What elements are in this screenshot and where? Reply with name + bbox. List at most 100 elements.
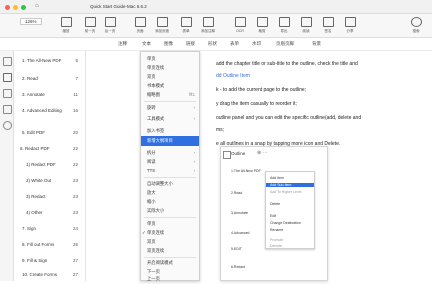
ocr-icon xyxy=(234,17,246,27)
chevron-right-icon: › xyxy=(193,159,195,164)
share-button[interactable]: 分享 xyxy=(340,17,360,35)
ctx-change-destination[interactable]: Change Destination xyxy=(270,221,301,225)
menu-separator xyxy=(144,101,196,102)
menu-item[interactable]: TTS › xyxy=(141,166,199,176)
outline-item[interactable]: 5. Edit PDF 20 xyxy=(14,127,86,139)
ctx-demote[interactable]: Demote xyxy=(270,244,282,248)
menu-item[interactable]: 双页连续 xyxy=(141,246,199,256)
page-icon xyxy=(134,17,146,27)
title-bar: ⌂ Quick Start Guide-Mac 6.6.2 xyxy=(0,0,432,14)
menu-item[interactable]: 工具模式 › xyxy=(141,114,199,124)
next-page-button[interactable]: 后一页 xyxy=(100,17,120,35)
sub-header-footer[interactable]: 页眉页脚 xyxy=(276,41,294,47)
thumbnail-icon[interactable] xyxy=(3,57,12,66)
zoom-icon xyxy=(60,17,72,27)
thumb-row: 1.The All-New PDF Reader Pro xyxy=(231,169,261,173)
ctx-add-sub-item[interactable]: Add Sub-Item xyxy=(266,183,314,187)
outline-item[interactable]: 2. Read 7 xyxy=(14,73,86,85)
bookmark-icon[interactable] xyxy=(3,89,12,98)
view-dropdown-menu: 单页 单页连续 双页 书本模式 缩略图 ⌘1 旋转 › 工具模式 › 加入书签 新增大… xyxy=(140,51,200,281)
menu-item[interactable]: 加入书签 xyxy=(141,126,199,136)
chevron-right-icon: › xyxy=(193,116,195,121)
outline-item[interactable]: 9. Fill & Sign 27 xyxy=(14,255,86,267)
outline-panel: 1. The All-New PDF Reader Pro 5 2. Read … xyxy=(14,51,86,281)
form-icon xyxy=(180,17,192,27)
zoom-out-button[interactable]: 缩放 xyxy=(56,17,76,35)
minimize-window-button[interactable] xyxy=(13,5,18,10)
zoom-select[interactable]: 126% xyxy=(20,18,42,25)
outline-item[interactable]: 7. Sign 24 xyxy=(14,223,86,235)
menu-item[interactable]: 实际大小 xyxy=(141,206,199,216)
outline-item[interactable]: 10. Create Forms 27 xyxy=(14,269,86,281)
outline-item[interactable]: 2) White Out 23 xyxy=(14,175,86,187)
search-panel-icon[interactable] xyxy=(3,121,12,130)
outline-context-menu: Add Item Add Sub-Item Add To Higher Leve… xyxy=(265,171,315,249)
menu-item-add-outline[interactable]: 新增大纲项目 xyxy=(141,136,199,146)
crop-icon xyxy=(256,17,268,27)
menu-item[interactable]: 缩略图 ⌘1 xyxy=(141,90,199,100)
doc-text: ms; xyxy=(216,127,225,133)
sub-text[interactable]: 文本 xyxy=(142,41,151,47)
close-window-button[interactable] xyxy=(5,5,10,10)
thumb-row: 5.EDIT xyxy=(231,247,242,251)
add-page-icon xyxy=(156,17,168,27)
outline-item[interactable]: 6. Redact PDF 22 xyxy=(14,143,86,155)
ctx-delete[interactable]: Delete xyxy=(270,202,280,206)
form-button[interactable]: 表单 xyxy=(176,17,196,35)
menu-item[interactable]: 旋转 › xyxy=(141,103,199,113)
chevron-right-icon: › xyxy=(193,150,195,155)
doc-link[interactable]: dd Outline Item xyxy=(216,73,250,79)
ocr-button[interactable]: OCR xyxy=(230,17,250,35)
check-icon: ✓ xyxy=(142,230,146,235)
read-icon xyxy=(300,17,312,27)
share-icon xyxy=(344,17,356,27)
prev-page-button[interactable]: 前一页 xyxy=(80,17,100,35)
outline-item[interactable]: 4. Advanced Editing Tools 16 xyxy=(14,105,86,117)
crop-button[interactable]: 裁剪 xyxy=(252,17,272,35)
export-button[interactable]: 导出 xyxy=(274,17,294,35)
add-page-button[interactable]: 添加页面 xyxy=(152,17,172,35)
chevron-right-icon: › xyxy=(193,105,195,110)
ctx-rename[interactable]: Rename xyxy=(270,228,283,232)
outline-item[interactable]: 1. The All-New PDF Reader Pro 5 xyxy=(14,55,86,67)
menu-separator xyxy=(144,177,196,178)
search-icon xyxy=(410,17,422,27)
annotation-list-icon[interactable] xyxy=(3,105,12,114)
thumb-row: 3.Annotate xyxy=(231,211,248,215)
arrow-up-icon xyxy=(84,17,96,27)
sub-shape[interactable]: 形状 xyxy=(208,41,217,47)
outline-item[interactable]: 3. Annotate 11 xyxy=(14,89,86,101)
annotation-icon xyxy=(202,17,214,27)
thumb-row: 4.Advanced xyxy=(231,231,250,235)
sign-button[interactable]: 签名 xyxy=(318,17,338,35)
menu-item[interactable]: 上一页 xyxy=(141,274,199,284)
edit-subtoolbar: 注释 文本 图像 链接 形状 表单 水印 页眉页脚 背景 xyxy=(0,38,432,51)
sub-image[interactable]: 图像 xyxy=(164,41,173,47)
outline-item[interactable]: 3) Redact 23 xyxy=(14,191,86,203)
zoom-window-button[interactable] xyxy=(21,5,26,10)
sub-watermark[interactable]: 水印 xyxy=(252,41,261,47)
annotation-button[interactable]: 添加注释 xyxy=(198,17,218,35)
outline-item[interactable]: 4) Other 23 xyxy=(14,207,86,219)
outline-icon[interactable] xyxy=(3,73,12,82)
doc-text: k - to add the current page to the outli… xyxy=(216,87,307,93)
outline-item[interactable]: 8. Fill out Forms 26 xyxy=(14,239,86,251)
page-button[interactable]: 页面 xyxy=(130,17,150,35)
main-toolbar: 126% 缩放 前一页 后一页 页面 添加页面 表单 添加注释 OCR 裁剪 导… xyxy=(0,14,432,38)
read-button[interactable]: 阅读 xyxy=(296,17,316,35)
ctx-add-item[interactable]: Add Item xyxy=(270,176,284,180)
sub-link[interactable]: 链接 xyxy=(186,41,195,47)
ctx-promote[interactable]: Promote xyxy=(270,238,283,242)
outline-item[interactable]: 1) Redact PDF 22 xyxy=(14,159,86,171)
add-icon: ⊕ ⋯ xyxy=(257,150,268,156)
ctx-add-higher-level[interactable]: Add To Higher Level xyxy=(270,190,301,194)
sub-annotate[interactable]: 注释 xyxy=(118,41,127,47)
search-button[interactable]: 搜索 xyxy=(406,17,426,35)
search-icon xyxy=(223,151,231,159)
sub-form[interactable]: 表单 xyxy=(230,41,239,47)
window-title: Quick Start Guide-Mac 6.6.2 xyxy=(90,4,147,9)
ctx-edit[interactable]: Edit xyxy=(270,214,276,218)
arrow-down-icon xyxy=(104,17,116,27)
sub-background[interactable]: 背景 xyxy=(312,41,321,47)
home-icon[interactable]: ⌂ xyxy=(35,3,39,9)
